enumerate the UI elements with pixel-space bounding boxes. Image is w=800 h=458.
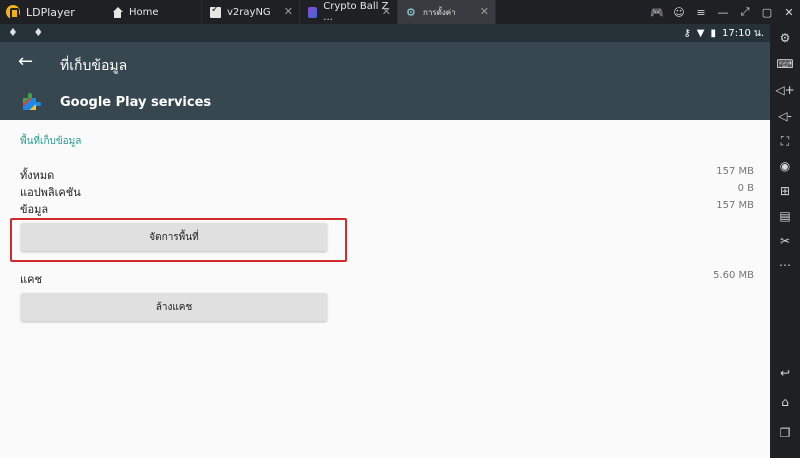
clear-cache-button[interactable]: ล้างแคช [21, 293, 327, 321]
close-icon[interactable]: ✕ [480, 5, 489, 18]
tab-crypto-ball[interactable]: Crypto Ball Z ... ✕ [300, 0, 398, 24]
row-label: แอปพลิเคชัน [20, 186, 81, 199]
restore-icon[interactable]: ▢ [756, 0, 778, 24]
vpn-key-icon: ⚷ [683, 28, 691, 39]
ldplayer-logo-icon [6, 5, 20, 19]
close-icon[interactable]: ✕ [382, 5, 391, 18]
v2rayng-icon [210, 4, 221, 18]
manage-space-button[interactable]: จัดการพื้นที่ [21, 223, 327, 251]
tab-v2rayng[interactable]: v2rayNG ✕ [202, 0, 300, 24]
game-icon [308, 6, 318, 18]
window-controls: 🎮 ☺ ≡ — ⤢ ▢ ✕ [646, 0, 800, 24]
status-icons: ⚷ ▼ ▮ 17:10 น. [677, 26, 764, 41]
scissors-icon[interactable]: ✂ [777, 233, 793, 249]
tab-settings[interactable]: ⚙ การตั้งค่า ✕ [398, 0, 496, 24]
app-header: Google Play services [0, 86, 770, 120]
cache-row: แคช 5.60 MB [20, 270, 754, 286]
volume-down-icon[interactable]: ◁- [777, 108, 793, 124]
tab-label: Home [129, 6, 159, 18]
more-icon[interactable]: ⋯ [777, 257, 793, 273]
window-close-icon[interactable]: ✕ [778, 0, 800, 24]
recent-apps-icon[interactable]: ❐ [777, 425, 793, 441]
section-title: พื้นที่เก็บข้อมูล [20, 136, 82, 147]
app-name-heading: Google Play services [60, 95, 212, 110]
tab-home[interactable]: Home [104, 0, 202, 24]
storage-content: พื้นที่เก็บข้อมูล ทั้งหมด 157 MB แอปพลิเ… [0, 120, 770, 458]
keyboard-icon[interactable]: ⌨ [776, 56, 793, 72]
install-apk-icon[interactable]: ⊞ [777, 183, 793, 199]
app-brand[interactable]: LDPlayer [0, 0, 104, 24]
app-name: LDPlayer [26, 5, 75, 19]
gamepad-icon[interactable]: 🎮 [646, 0, 668, 24]
storage-row-app: แอปพลิเคชัน 0 B [20, 183, 754, 199]
home-nav-icon[interactable]: ⌂ [777, 394, 793, 410]
page-title: ที่เก็บข้อมูล [60, 58, 128, 74]
record-icon[interactable]: ◉ [777, 158, 793, 174]
notification-icons: ♦ ♦ [8, 26, 50, 39]
row-value: 157 MB [716, 166, 754, 177]
row-value: 5.60 MB [713, 270, 754, 281]
emulator-sidebar: ⚙ ⌨ ◁+ ◁- ⛶ ◉ ⊞ ▤ ✂ ⋯ ↩ ⌂ ❐ [770, 24, 800, 458]
settings-gear-icon[interactable]: ⚙ [777, 30, 793, 46]
account-icon[interactable]: ☺ [668, 0, 690, 24]
row-value: 157 MB [716, 200, 754, 211]
row-label: ทั้งหมด [20, 169, 55, 182]
google-play-services-icon [23, 93, 41, 110]
battery-icon: ▮ [710, 28, 716, 39]
home-icon [112, 6, 123, 18]
menu-icon[interactable]: ≡ [690, 0, 712, 24]
emulator-titlebar: LDPlayer Home v2rayNG ✕ Crypto Ball Z ..… [0, 0, 800, 24]
fullscreen-icon[interactable]: ⤢ [734, 0, 756, 24]
tab-label: การตั้งค่า [423, 7, 456, 17]
apk-icon[interactable]: ▤ [777, 208, 793, 224]
screenshot-icon[interactable]: ⛶ [777, 133, 793, 149]
minimize-icon[interactable]: — [712, 0, 734, 24]
clock: 17:10 น. [721, 28, 764, 39]
android-status-bar: ♦ ♦ ⚷ ▼ ▮ 17:10 น. [0, 24, 770, 42]
row-label: ข้อมูล [20, 203, 49, 216]
row-value: 0 B [737, 183, 754, 194]
volume-up-icon[interactable]: ◁+ [775, 82, 794, 98]
storage-row-total: ทั้งหมด 157 MB [20, 166, 754, 182]
app-bar: ← ที่เก็บข้อมูล [0, 42, 770, 86]
wifi-icon: ▼ [696, 28, 705, 39]
tab-label: v2rayNG [227, 6, 271, 18]
back-icon[interactable]: ↩ [777, 365, 793, 381]
tab-label: Crypto Ball Z ... [323, 1, 389, 23]
close-icon[interactable]: ✕ [284, 5, 293, 18]
back-arrow-icon[interactable]: ← [18, 51, 33, 72]
settings-icon: ⚙ [406, 5, 416, 19]
row-label: แคช [20, 273, 42, 286]
storage-row-data: ข้อมูล 157 MB [20, 200, 754, 216]
